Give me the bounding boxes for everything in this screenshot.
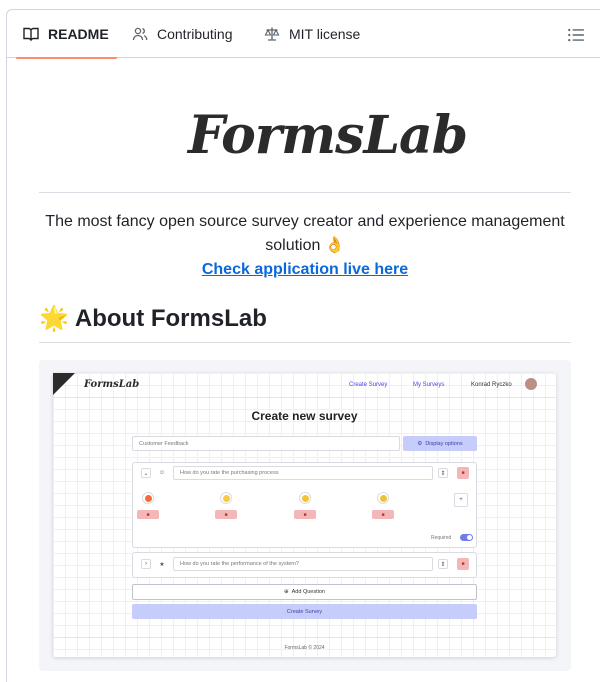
app-window: FormsLab Create Survey My Surveys Konrad… xyxy=(53,373,556,657)
star-icon: ★ xyxy=(159,561,165,568)
tab-contributing-label: Contributing xyxy=(157,26,233,42)
chevron-down-icon: ⌄ xyxy=(141,468,151,478)
smiley-icon xyxy=(142,492,154,504)
list-unordered-icon[interactable] xyxy=(567,26,585,44)
tab-license[interactable]: MIT license xyxy=(264,10,360,58)
create-survey-button: Create Survey xyxy=(132,604,477,619)
trash-icon: ■ xyxy=(294,510,316,519)
nav-my-surveys: My Surveys xyxy=(413,382,445,388)
smiley-icon xyxy=(220,492,232,504)
display-options-label: Display options xyxy=(425,440,463,447)
smiley-icon xyxy=(299,492,311,504)
trash-icon: ■ xyxy=(372,510,394,519)
add-option-icon: + xyxy=(454,493,468,507)
people-icon xyxy=(132,27,148,41)
divider xyxy=(53,397,556,398)
nav-create-survey: Create Survey xyxy=(349,382,388,388)
trash-icon: ■ xyxy=(137,510,159,519)
book-icon xyxy=(23,27,39,42)
avatar xyxy=(525,378,537,390)
plus-circle-icon: ⊕ xyxy=(284,589,289,595)
user-name: Konrad Ryczko xyxy=(471,382,512,388)
tab-readme[interactable]: README xyxy=(16,10,117,59)
tab-contributing[interactable]: Contributing xyxy=(132,10,233,58)
divider xyxy=(39,342,571,343)
divider xyxy=(53,637,556,638)
scale-icon xyxy=(264,27,280,41)
readme-tab-bar: README Contributing MIT license xyxy=(7,10,600,59)
smiley-icon xyxy=(377,492,389,504)
project-description: The most fancy open source survey creato… xyxy=(45,213,565,254)
formslab-logo: FormsLab xyxy=(188,105,468,166)
star-emoji: 🌟 xyxy=(39,305,69,332)
smiley-icon: ☺ xyxy=(158,470,166,476)
survey-name-input: Customer Feedback xyxy=(132,436,400,451)
tab-license-label: MIT license xyxy=(289,26,361,42)
add-question-button: ⊕ Add Question xyxy=(132,584,477,600)
app-footer: FormsLab © 2024 xyxy=(284,645,325,651)
sort-icon: ⇕ xyxy=(438,468,448,478)
form-title: Create new survey xyxy=(251,409,358,423)
question-input: How do you rate the purchasing process xyxy=(173,466,433,480)
trash-icon: ■ xyxy=(215,510,237,519)
trash-icon: ■ xyxy=(457,467,469,479)
tab-readme-label: README xyxy=(48,26,109,42)
chevron-right-icon: › xyxy=(141,559,151,569)
required-label: Required xyxy=(431,535,452,541)
add-question-label: Add Question xyxy=(291,589,325,595)
display-options-button: ⚙ Display options xyxy=(403,436,477,451)
sort-icon: ⇕ xyxy=(438,559,448,569)
about-heading-text: About FormsLab xyxy=(74,304,267,332)
live-app-link[interactable]: Check application live here xyxy=(39,258,571,282)
readme-panel: README Contributing MIT license FormsLab… xyxy=(6,9,600,682)
corner-badge xyxy=(53,373,75,395)
app-screenshot[interactable]: FormsLab Create Survey My Surveys Konrad… xyxy=(39,360,571,671)
divider xyxy=(39,192,571,193)
settings-icon: ⚙ xyxy=(417,440,423,447)
question-input: How do you rate the performance of the s… xyxy=(173,557,433,571)
required-toggle xyxy=(460,534,473,541)
app-logo: FormsLab xyxy=(84,379,140,390)
about-heading: 🌟 About FormsLab xyxy=(39,304,267,333)
trash-icon: ■ xyxy=(457,558,469,570)
